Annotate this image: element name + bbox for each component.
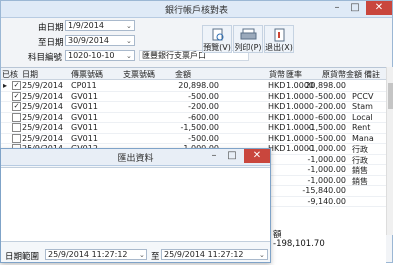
minimize-button[interactable]: – (328, 1, 346, 15)
cell-orig-amount: -200.00 (315, 102, 346, 111)
from-date-label: 由日期 (38, 23, 64, 33)
cell-voucher: GV011 (71, 133, 98, 143)
total-value: -198,101.70 (273, 239, 325, 249)
cell-orig-amount: -15,840.00 (302, 186, 346, 195)
current-row-marker-icon: ▸ (3, 81, 8, 90)
chevron-down-icon[interactable]: ⌄ (126, 52, 132, 60)
dialog-minimize-button[interactable]: – (205, 149, 223, 163)
cell-currency: HKD (268, 102, 286, 111)
reconciled-checkbox[interactable]: ✓ (12, 81, 21, 90)
chevron-down-icon[interactable]: ⌄ (139, 251, 145, 259)
account-code-label: 科目編號 (28, 53, 63, 63)
cell-orig-amount: -600.00 (315, 112, 346, 122)
preview-button[interactable]: 預覽(V) (202, 25, 232, 53)
cell-remark: Rent (352, 123, 371, 132)
cell-currency: HKD (268, 133, 286, 143)
reconciled-checkbox[interactable]: ✓ (12, 102, 21, 111)
date-range-to-label: 至 (151, 252, 160, 262)
cell-voucher: GV011 (71, 112, 98, 122)
to-date-field[interactable]: 30/9/2014 (65, 35, 135, 46)
table-scrollbar[interactable] (386, 67, 393, 235)
cell-date: 25/9/2014 (22, 133, 64, 143)
main-titlebar: 銀行帳戶核對表 – □ ✕ (1, 1, 392, 18)
cell-date: 25/9/2014 (22, 123, 64, 132)
cell-amount: -1,500.00 (180, 123, 219, 132)
cell-orig-amount: -500.00 (315, 91, 346, 101)
cell-date: 25/9/2014 (22, 112, 64, 122)
dialog-content-area (1, 167, 270, 242)
account-code-field[interactable]: 1020-10-10 (65, 50, 135, 61)
col-date[interactable]: 日期 (22, 69, 38, 80)
cell-amount: -500.00 (188, 133, 219, 143)
dialog-close-button[interactable]: ✕ (244, 149, 270, 163)
cell-remark: Mana (352, 133, 374, 143)
scrollbar-thumb[interactable] (388, 83, 393, 109)
preview-icon (212, 28, 224, 41)
chevron-down-icon[interactable]: ⌄ (126, 22, 132, 30)
col-cheque[interactable]: 支票號碼 (123, 69, 155, 80)
col-remark[interactable]: 備註 (364, 69, 380, 80)
reconciled-checkbox[interactable]: ✓ (12, 91, 21, 101)
cell-rate: 1.0000 (286, 133, 314, 143)
export-data-dialog: 匯出資料 – □ ✕ 日期範圍 25/9/2014 11:27:12 ⌄ 至 2… (0, 148, 271, 263)
date-range-label: 日期範圍 (5, 252, 40, 262)
maximize-button[interactable]: □ (346, 1, 364, 15)
cell-voucher: GV011 (71, 91, 98, 101)
cell-voucher: CP011 (71, 81, 97, 90)
print-label: 列印(P) (234, 43, 262, 52)
exit-icon (274, 28, 285, 42)
reconciled-checkbox[interactable] (12, 112, 21, 122)
cell-amount: 20,898.00 (178, 81, 219, 90)
col-amount[interactable]: 金額 (175, 69, 191, 80)
table-header: 已核 日期 傳票號碼 支票號碼 金額 貨幣 匯率 原貨幣金額 備註 (1, 68, 386, 80)
cell-orig-amount: -9,140.00 (307, 196, 346, 206)
col-currency[interactable]: 貨幣 (269, 69, 285, 80)
cell-date: 25/9/2014 (22, 91, 64, 101)
cell-rate: 1.0000 (286, 91, 314, 101)
cell-date: 25/9/2014 (22, 102, 64, 111)
cell-amount: -500.00 (188, 91, 219, 101)
cell-orig-amount: -1,000.00 (307, 144, 346, 153)
cell-currency: HKD (268, 123, 286, 132)
cell-orig-amount: -1,000.00 (307, 154, 346, 164)
close-button[interactable]: ✕ (366, 1, 392, 15)
cell-date: 25/9/2014 (22, 81, 64, 90)
cell-orig-amount: -1,500.00 (307, 123, 346, 132)
cell-amount: -200.00 (188, 102, 219, 111)
col-voucher[interactable]: 傳票號碼 (71, 69, 103, 80)
cell-voucher: GV011 (71, 102, 98, 111)
dialog-titlebar: 匯出資料 – □ ✕ (1, 149, 270, 166)
col-rate[interactable]: 匯率 (286, 69, 302, 80)
col-orig-amount[interactable]: 原貨幣金額 (322, 69, 362, 80)
cell-currency: HKD (268, 81, 286, 90)
from-date-field[interactable]: 1/9/2014 (65, 20, 135, 31)
cell-orig-amount: -1,000.00 (307, 175, 346, 185)
col-checked[interactable]: 已核 (2, 69, 18, 80)
cell-orig-amount: -500.00 (315, 133, 346, 143)
chevron-down-icon[interactable]: ⌄ (126, 37, 132, 45)
cell-remark: Local (352, 112, 373, 122)
cell-voucher: GV011 (71, 123, 98, 132)
printer-icon (240, 28, 257, 40)
cell-remark: Stam (352, 102, 373, 111)
exit-label: 退出(X) (265, 43, 293, 52)
cell-orig-amount: -1,000.00 (307, 165, 346, 174)
cell-remark: PCCV (352, 91, 374, 101)
reconciled-checkbox[interactable] (12, 133, 21, 143)
dialog-maximize-button[interactable]: □ (223, 149, 241, 163)
cell-orig-amount: 20,898.00 (305, 81, 346, 90)
date-range-to-field[interactable]: 25/9/2014 11:27:12 (161, 249, 268, 260)
exit-button[interactable]: 退出(X) (264, 25, 294, 53)
reconciled-checkbox[interactable] (12, 123, 21, 132)
to-date-label: 至日期 (38, 38, 64, 48)
cell-currency: HKD (268, 112, 286, 122)
cell-rate: 1.0000 (286, 102, 314, 111)
chevron-down-icon[interactable]: ⌄ (259, 251, 265, 259)
preview-label: 預覽(V) (203, 43, 231, 52)
date-range-from-field[interactable]: 25/9/2014 11:27:12 (45, 249, 147, 260)
cell-currency: HKD (268, 91, 286, 101)
cell-rate: 1.0000 (286, 112, 314, 122)
cell-amount: -600.00 (188, 112, 219, 122)
print-button[interactable]: 列印(P) (233, 25, 263, 53)
